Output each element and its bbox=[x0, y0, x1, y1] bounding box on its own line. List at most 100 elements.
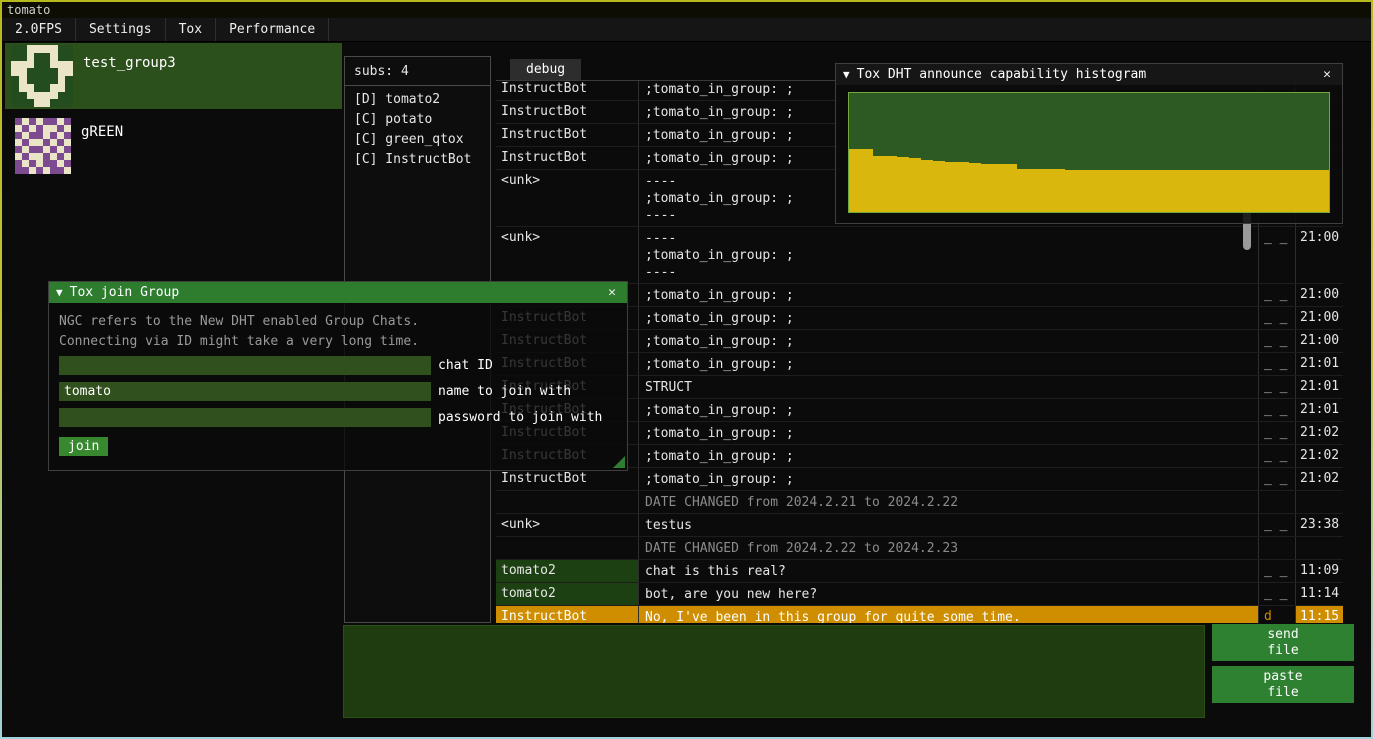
histogram-bar bbox=[945, 162, 957, 212]
chat-message: ;tomato_in_group: ; bbox=[639, 468, 1259, 490]
chat-sender: tomato2 bbox=[496, 583, 639, 605]
chat-message: testus bbox=[639, 514, 1259, 536]
histogram-bar bbox=[1197, 170, 1209, 212]
histogram-bar bbox=[1113, 170, 1125, 212]
histogram-bar bbox=[1053, 169, 1065, 212]
group-name: gREEN bbox=[81, 112, 123, 178]
collapse-arrow-icon[interactable]: ▼ bbox=[56, 286, 63, 299]
chat-time: 23:38 bbox=[1296, 514, 1343, 536]
chat-row[interactable]: InstructBot;tomato_in_group: ;_ _21:02 bbox=[496, 468, 1343, 491]
resize-grip[interactable] bbox=[613, 456, 625, 468]
chat-row[interactable]: DATE CHANGED from 2024.2.21 to 2024.2.22 bbox=[496, 491, 1343, 514]
chat-status bbox=[1259, 491, 1296, 513]
chat-message: chat is this real? bbox=[639, 560, 1259, 582]
chat-sender: <unk> bbox=[496, 514, 639, 536]
menu-item-2-0fps: 2.0FPS bbox=[2, 18, 76, 41]
chat-row[interactable]: DATE CHANGED from 2024.2.22 to 2024.2.23 bbox=[496, 537, 1343, 560]
password-to-join-with-input[interactable] bbox=[59, 408, 431, 427]
chat-status: _ _ bbox=[1259, 514, 1296, 536]
paste-file-button[interactable]: paste file bbox=[1212, 666, 1354, 703]
chat-id-label: chat ID bbox=[438, 358, 493, 373]
chat-time: 11:15 bbox=[1296, 606, 1343, 623]
name-to-join-with-input[interactable]: tomato bbox=[59, 382, 431, 401]
menu-bar: 2.0FPSSettingsToxPerformance bbox=[2, 18, 1371, 42]
histogram-bar bbox=[1005, 164, 1017, 212]
chat-row[interactable]: tomato2chat is this real?_ _11:09 bbox=[496, 560, 1343, 583]
join-group-titlebar[interactable]: ▼ Tox join Group ✕ bbox=[49, 282, 627, 303]
chat-time bbox=[1296, 537, 1343, 559]
histogram-bar bbox=[1137, 170, 1149, 212]
histogram-bar bbox=[1173, 170, 1185, 212]
chat-time: 21:02 bbox=[1296, 468, 1343, 490]
histogram-bar bbox=[1233, 170, 1245, 212]
chat-time: 21:00 bbox=[1296, 227, 1343, 283]
chat-row[interactable]: InstructBotNo, I've been in this group f… bbox=[496, 606, 1343, 623]
close-icon[interactable]: ✕ bbox=[1319, 67, 1335, 82]
histogram-bar bbox=[861, 149, 873, 212]
chat-time: 21:01 bbox=[1296, 376, 1343, 398]
chat-row[interactable]: <unk>---- ;tomato_in_group: ; ----_ _21:… bbox=[496, 227, 1343, 284]
chat-message: ;tomato_in_group: ; bbox=[639, 284, 1259, 306]
join-info-line: NGC refers to the New DHT enabled Group … bbox=[59, 312, 617, 332]
subs-member[interactable]: [C] potato bbox=[345, 109, 490, 129]
sidebar-item-green[interactable]: gREEN bbox=[5, 112, 342, 178]
chat-status: _ _ bbox=[1259, 445, 1296, 467]
chat-message: DATE CHANGED from 2024.2.21 to 2024.2.22 bbox=[639, 491, 1259, 513]
histogram-bar bbox=[1293, 170, 1305, 212]
join-field-row: password to join with bbox=[59, 408, 627, 427]
histogram-bar bbox=[1269, 170, 1281, 212]
histogram-bar bbox=[1089, 170, 1101, 212]
subs-member[interactable]: [C] green_qtox bbox=[345, 129, 490, 149]
subs-member[interactable]: [D] tomato2 bbox=[345, 89, 490, 109]
histogram-bar bbox=[1161, 170, 1173, 212]
histogram-bar bbox=[993, 164, 1005, 212]
chat-message: ;tomato_in_group: ; bbox=[639, 330, 1259, 352]
chat-message: DATE CHANGED from 2024.2.22 to 2024.2.23 bbox=[639, 537, 1259, 559]
histogram-bar bbox=[1125, 170, 1137, 212]
window-titlebar[interactable]: tomato bbox=[2, 2, 1371, 18]
histogram-bar bbox=[981, 164, 993, 212]
subs-list: [D] tomato2[C] potato[C] green_qtox[C] I… bbox=[345, 86, 490, 169]
subs-member[interactable]: [C] InstructBot bbox=[345, 149, 490, 169]
chat-time: 21:01 bbox=[1296, 353, 1343, 375]
message-composer[interactable] bbox=[343, 625, 1205, 718]
tab-debug[interactable]: debug bbox=[510, 59, 581, 80]
menu-item-settings[interactable]: Settings bbox=[76, 18, 166, 41]
chat-status: _ _ bbox=[1259, 468, 1296, 490]
join-group-fields: chat IDtomatoname to join withpassword t… bbox=[49, 356, 627, 427]
close-icon[interactable]: ✕ bbox=[604, 285, 620, 300]
histogram-bar bbox=[969, 163, 981, 212]
chat-message: STRUCT bbox=[639, 376, 1259, 398]
chat-message: bot, are you new here? bbox=[639, 583, 1259, 605]
chat-id-input[interactable] bbox=[59, 356, 431, 375]
send-file-button[interactable]: send file bbox=[1212, 624, 1354, 661]
chat-message: ;tomato_in_group: ; bbox=[639, 307, 1259, 329]
chat-message: ;tomato_in_group: ; bbox=[639, 445, 1259, 467]
histogram-bar bbox=[1041, 169, 1053, 212]
histogram-bar bbox=[1221, 170, 1233, 212]
chat-sender: tomato2 bbox=[496, 560, 639, 582]
chat-status: _ _ bbox=[1259, 307, 1296, 329]
chat-time: 11:09 bbox=[1296, 560, 1343, 582]
histogram-bar bbox=[909, 158, 921, 212]
chat-time bbox=[1296, 491, 1343, 513]
histogram-bar bbox=[1017, 169, 1029, 212]
histogram-bar bbox=[897, 157, 909, 212]
dht-histogram-titlebar[interactable]: ▼ Tox DHT announce capability histogram … bbox=[836, 64, 1342, 85]
histogram-bar bbox=[1149, 170, 1161, 212]
collapse-arrow-icon[interactable]: ▼ bbox=[843, 68, 850, 81]
chat-row[interactable]: <unk>testus_ _23:38 bbox=[496, 514, 1343, 537]
join-button[interactable]: join bbox=[59, 437, 108, 456]
chat-message: ;tomato_in_group: ; bbox=[639, 399, 1259, 421]
app-background: tomato 2.0FPSSettingsToxPerformance test… bbox=[2, 2, 1371, 737]
chat-sender: InstructBot bbox=[496, 124, 639, 146]
menu-item-performance[interactable]: Performance bbox=[216, 18, 329, 41]
group-avatar-icon bbox=[11, 45, 73, 107]
chat-message: No, I've been in this group for quite so… bbox=[639, 606, 1259, 623]
menu-item-tox[interactable]: Tox bbox=[166, 18, 216, 41]
histogram-bar bbox=[849, 149, 861, 212]
sidebar-item-test-group3[interactable]: test_group3 bbox=[5, 43, 342, 109]
chat-status: _ _ bbox=[1259, 330, 1296, 352]
chat-row[interactable]: tomato2bot, are you new here?_ _11:14 bbox=[496, 583, 1343, 606]
chat-sender: InstructBot bbox=[496, 468, 639, 490]
